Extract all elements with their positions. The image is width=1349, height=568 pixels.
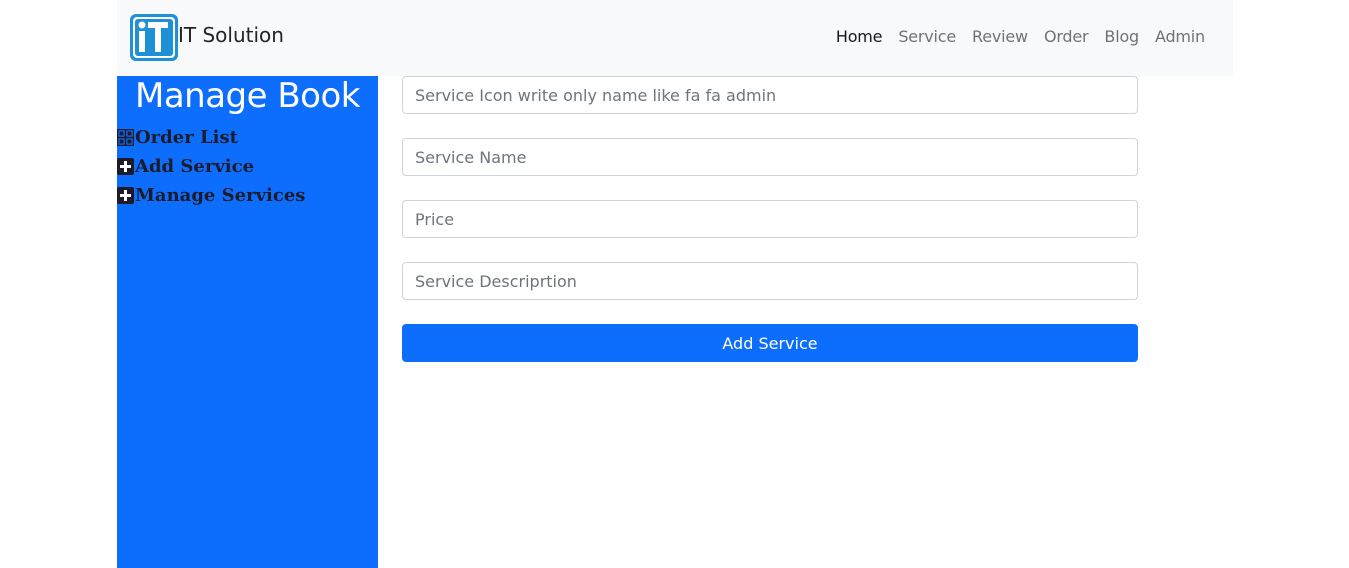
it-logo-icon (130, 14, 178, 61)
add-service-button[interactable]: Add Service (402, 324, 1138, 362)
price-input[interactable] (402, 200, 1138, 238)
service-description-input[interactable] (402, 262, 1138, 300)
top-navbar: IT Solution Home Service Review Order Bl… (117, 0, 1233, 76)
service-name-input[interactable] (402, 138, 1138, 176)
sidebar-item-order-list[interactable]: Order List (116, 123, 305, 152)
sidebar-item-manage-services[interactable]: Manage Services (117, 181, 305, 210)
nav-link-order[interactable]: Order (1036, 27, 1096, 46)
nav-link-home[interactable]: Home (828, 27, 890, 46)
sidebar-item-label: Order List (135, 127, 238, 148)
sidebar-item-label: Manage Services (135, 185, 306, 206)
plus-square-icon (117, 158, 134, 175)
nav-link-blog[interactable]: Blog (1096, 27, 1147, 46)
sidebar-menu: Order List Add Service Manage Services (116, 123, 305, 210)
brand[interactable]: IT Solution (130, 14, 284, 61)
add-service-form: Add Service (402, 76, 1138, 362)
sidebar-title: Manage Book (135, 76, 360, 116)
grid-icon (116, 128, 135, 147)
sidebar: Manage Book Order List Add Service Manag… (116, 76, 378, 568)
sidebar-item-add-service[interactable]: Add Service (117, 152, 305, 181)
nav-link-service[interactable]: Service (890, 27, 964, 46)
plus-square-icon (117, 187, 134, 204)
nav-link-review[interactable]: Review (964, 27, 1036, 46)
nav-link-admin[interactable]: Admin (1147, 27, 1213, 46)
nav-links: Home Service Review Order Blog Admin (828, 27, 1213, 46)
brand-name: IT Solution (178, 23, 284, 47)
service-icon-input[interactable] (402, 76, 1138, 114)
sidebar-item-label: Add Service (135, 156, 255, 177)
